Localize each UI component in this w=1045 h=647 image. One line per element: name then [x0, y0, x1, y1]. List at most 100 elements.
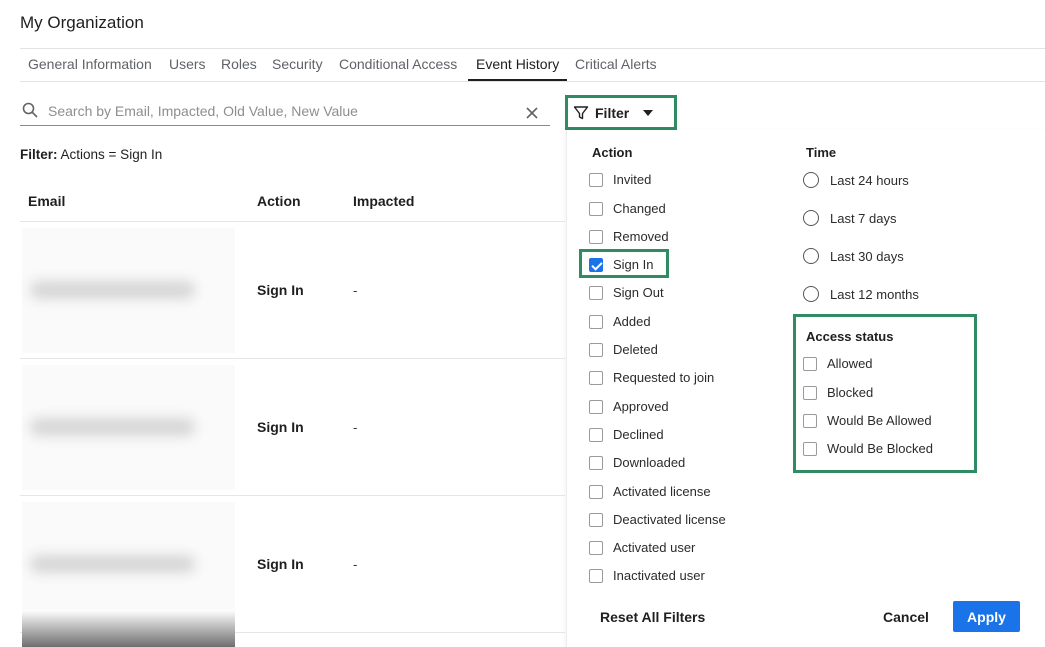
- checkbox-checked[interactable]: [589, 257, 603, 272]
- column-header-action[interactable]: Action: [257, 193, 301, 209]
- action-option-activated-license[interactable]: Activated license: [589, 484, 711, 499]
- time-option-12-months[interactable]: Last 12 months: [803, 286, 919, 302]
- tab-critical-alerts[interactable]: Critical Alerts: [575, 56, 657, 72]
- header-divider: [20, 48, 1045, 49]
- radio-button[interactable]: [803, 286, 819, 302]
- checkbox[interactable]: [589, 455, 603, 470]
- table-row-impacted: -: [353, 283, 358, 298]
- option-label: Last 24 hours: [830, 172, 909, 188]
- action-option-added[interactable]: Added: [589, 314, 651, 329]
- search-input[interactable]: [48, 101, 508, 121]
- option-label: Invited: [613, 172, 652, 187]
- caret-down-icon: [643, 109, 654, 116]
- tabs-divider: [20, 81, 1045, 82]
- tab-security[interactable]: Security: [272, 56, 323, 72]
- reset-all-filters-button[interactable]: Reset All Filters: [600, 609, 705, 625]
- action-option-downloaded[interactable]: Downloaded: [589, 455, 685, 470]
- checkbox[interactable]: [589, 568, 603, 583]
- action-option-deleted[interactable]: Deleted: [589, 342, 658, 357]
- active-tab-indicator: [468, 79, 567, 81]
- search-underline: [20, 125, 550, 126]
- option-label: Deleted: [613, 342, 658, 357]
- checkbox[interactable]: [589, 201, 603, 216]
- checkbox[interactable]: [803, 356, 817, 371]
- tab-users[interactable]: Users: [169, 56, 206, 72]
- time-section-title: Time: [806, 145, 837, 160]
- access-option-would-be-allowed[interactable]: Would Be Allowed: [803, 413, 932, 428]
- checkbox[interactable]: [803, 385, 817, 400]
- redacted-email: [30, 418, 195, 436]
- option-label: Activated user: [613, 540, 696, 555]
- action-option-invited[interactable]: Invited: [589, 172, 651, 187]
- column-header-email[interactable]: Email: [28, 193, 65, 209]
- tab-conditional-access[interactable]: Conditional Access: [339, 56, 457, 72]
- redacted-email: [30, 555, 195, 573]
- clear-search-icon[interactable]: [525, 106, 539, 120]
- radio-button[interactable]: [803, 210, 819, 226]
- action-option-requested-to-join[interactable]: Requested to join: [589, 370, 714, 385]
- access-option-blocked[interactable]: Blocked: [803, 385, 873, 400]
- option-label: Requested to join: [613, 370, 715, 385]
- filter-button[interactable]: Filter: [565, 95, 677, 130]
- cancel-button[interactable]: Cancel: [883, 609, 929, 625]
- action-option-changed[interactable]: Changed: [589, 201, 666, 216]
- option-label: Approved: [613, 399, 669, 414]
- option-label: Added: [613, 314, 651, 329]
- checkbox[interactable]: [589, 427, 603, 442]
- redacted-email-cell: [22, 610, 235, 647]
- action-option-deactivated-license[interactable]: Deactivated license: [589, 512, 726, 527]
- page-title: My Organization: [20, 13, 144, 32]
- radio-button[interactable]: [803, 248, 819, 264]
- column-header-impacted[interactable]: Impacted: [353, 193, 414, 209]
- filter-summary-text: Actions = Sign In: [60, 147, 163, 162]
- option-label: Activated license: [613, 484, 711, 499]
- action-option-approved[interactable]: Approved: [589, 399, 669, 414]
- checkbox[interactable]: [589, 484, 603, 499]
- action-section-title: Action: [592, 145, 633, 160]
- radio-button[interactable]: [803, 172, 819, 188]
- time-option-7-days[interactable]: Last 7 days: [803, 210, 897, 226]
- checkbox[interactable]: [589, 229, 603, 244]
- checkbox[interactable]: [589, 342, 603, 357]
- time-option-30-days[interactable]: Last 30 days: [803, 248, 904, 264]
- table-row-action: Sign In: [257, 419, 304, 435]
- filter-summary: Filter: Actions = Sign In: [20, 147, 162, 162]
- table-row-action: Sign In: [257, 556, 304, 572]
- checkbox[interactable]: [803, 413, 817, 428]
- option-label: Blocked: [827, 385, 874, 400]
- action-option-inactivated-user[interactable]: Inactivated user: [589, 568, 705, 583]
- option-label: Would Be Allowed: [827, 413, 932, 428]
- access-option-would-be-blocked[interactable]: Would Be Blocked: [803, 441, 933, 456]
- checkbox[interactable]: [803, 441, 817, 456]
- action-option-sign-out[interactable]: Sign Out: [589, 285, 664, 300]
- option-label: Last 7 days: [830, 210, 897, 226]
- action-option-sign-in[interactable]: Sign In: [589, 257, 653, 272]
- action-option-removed[interactable]: Removed: [589, 229, 669, 244]
- redacted-email: [30, 281, 195, 299]
- checkbox[interactable]: [589, 540, 603, 555]
- option-label: Last 30 days: [830, 248, 904, 264]
- option-label: Would Be Blocked: [827, 441, 933, 456]
- action-option-activated-user[interactable]: Activated user: [589, 540, 695, 555]
- tab-general-information[interactable]: General Information: [28, 56, 152, 72]
- row-divider: [20, 495, 565, 496]
- checkbox[interactable]: [589, 370, 603, 385]
- tab-event-history[interactable]: Event History: [476, 56, 559, 72]
- tab-roles[interactable]: Roles: [221, 56, 257, 72]
- checkbox[interactable]: [589, 285, 603, 300]
- option-label: Deactivated license: [613, 512, 726, 527]
- checkbox[interactable]: [589, 512, 603, 527]
- header-row-divider: [20, 221, 565, 222]
- checkbox[interactable]: [589, 314, 603, 329]
- time-option-24-hours[interactable]: Last 24 hours: [803, 172, 909, 188]
- checkbox[interactable]: [589, 172, 603, 187]
- checkbox[interactable]: [589, 399, 603, 414]
- apply-button[interactable]: Apply: [953, 601, 1020, 632]
- access-option-allowed[interactable]: Allowed: [803, 356, 873, 371]
- option-label: Declined: [613, 427, 664, 442]
- action-option-declined[interactable]: Declined: [589, 427, 664, 442]
- funnel-icon: [573, 105, 589, 119]
- option-label: Removed: [613, 229, 669, 244]
- option-label: Last 12 months: [830, 286, 919, 302]
- option-label: Changed: [613, 201, 666, 216]
